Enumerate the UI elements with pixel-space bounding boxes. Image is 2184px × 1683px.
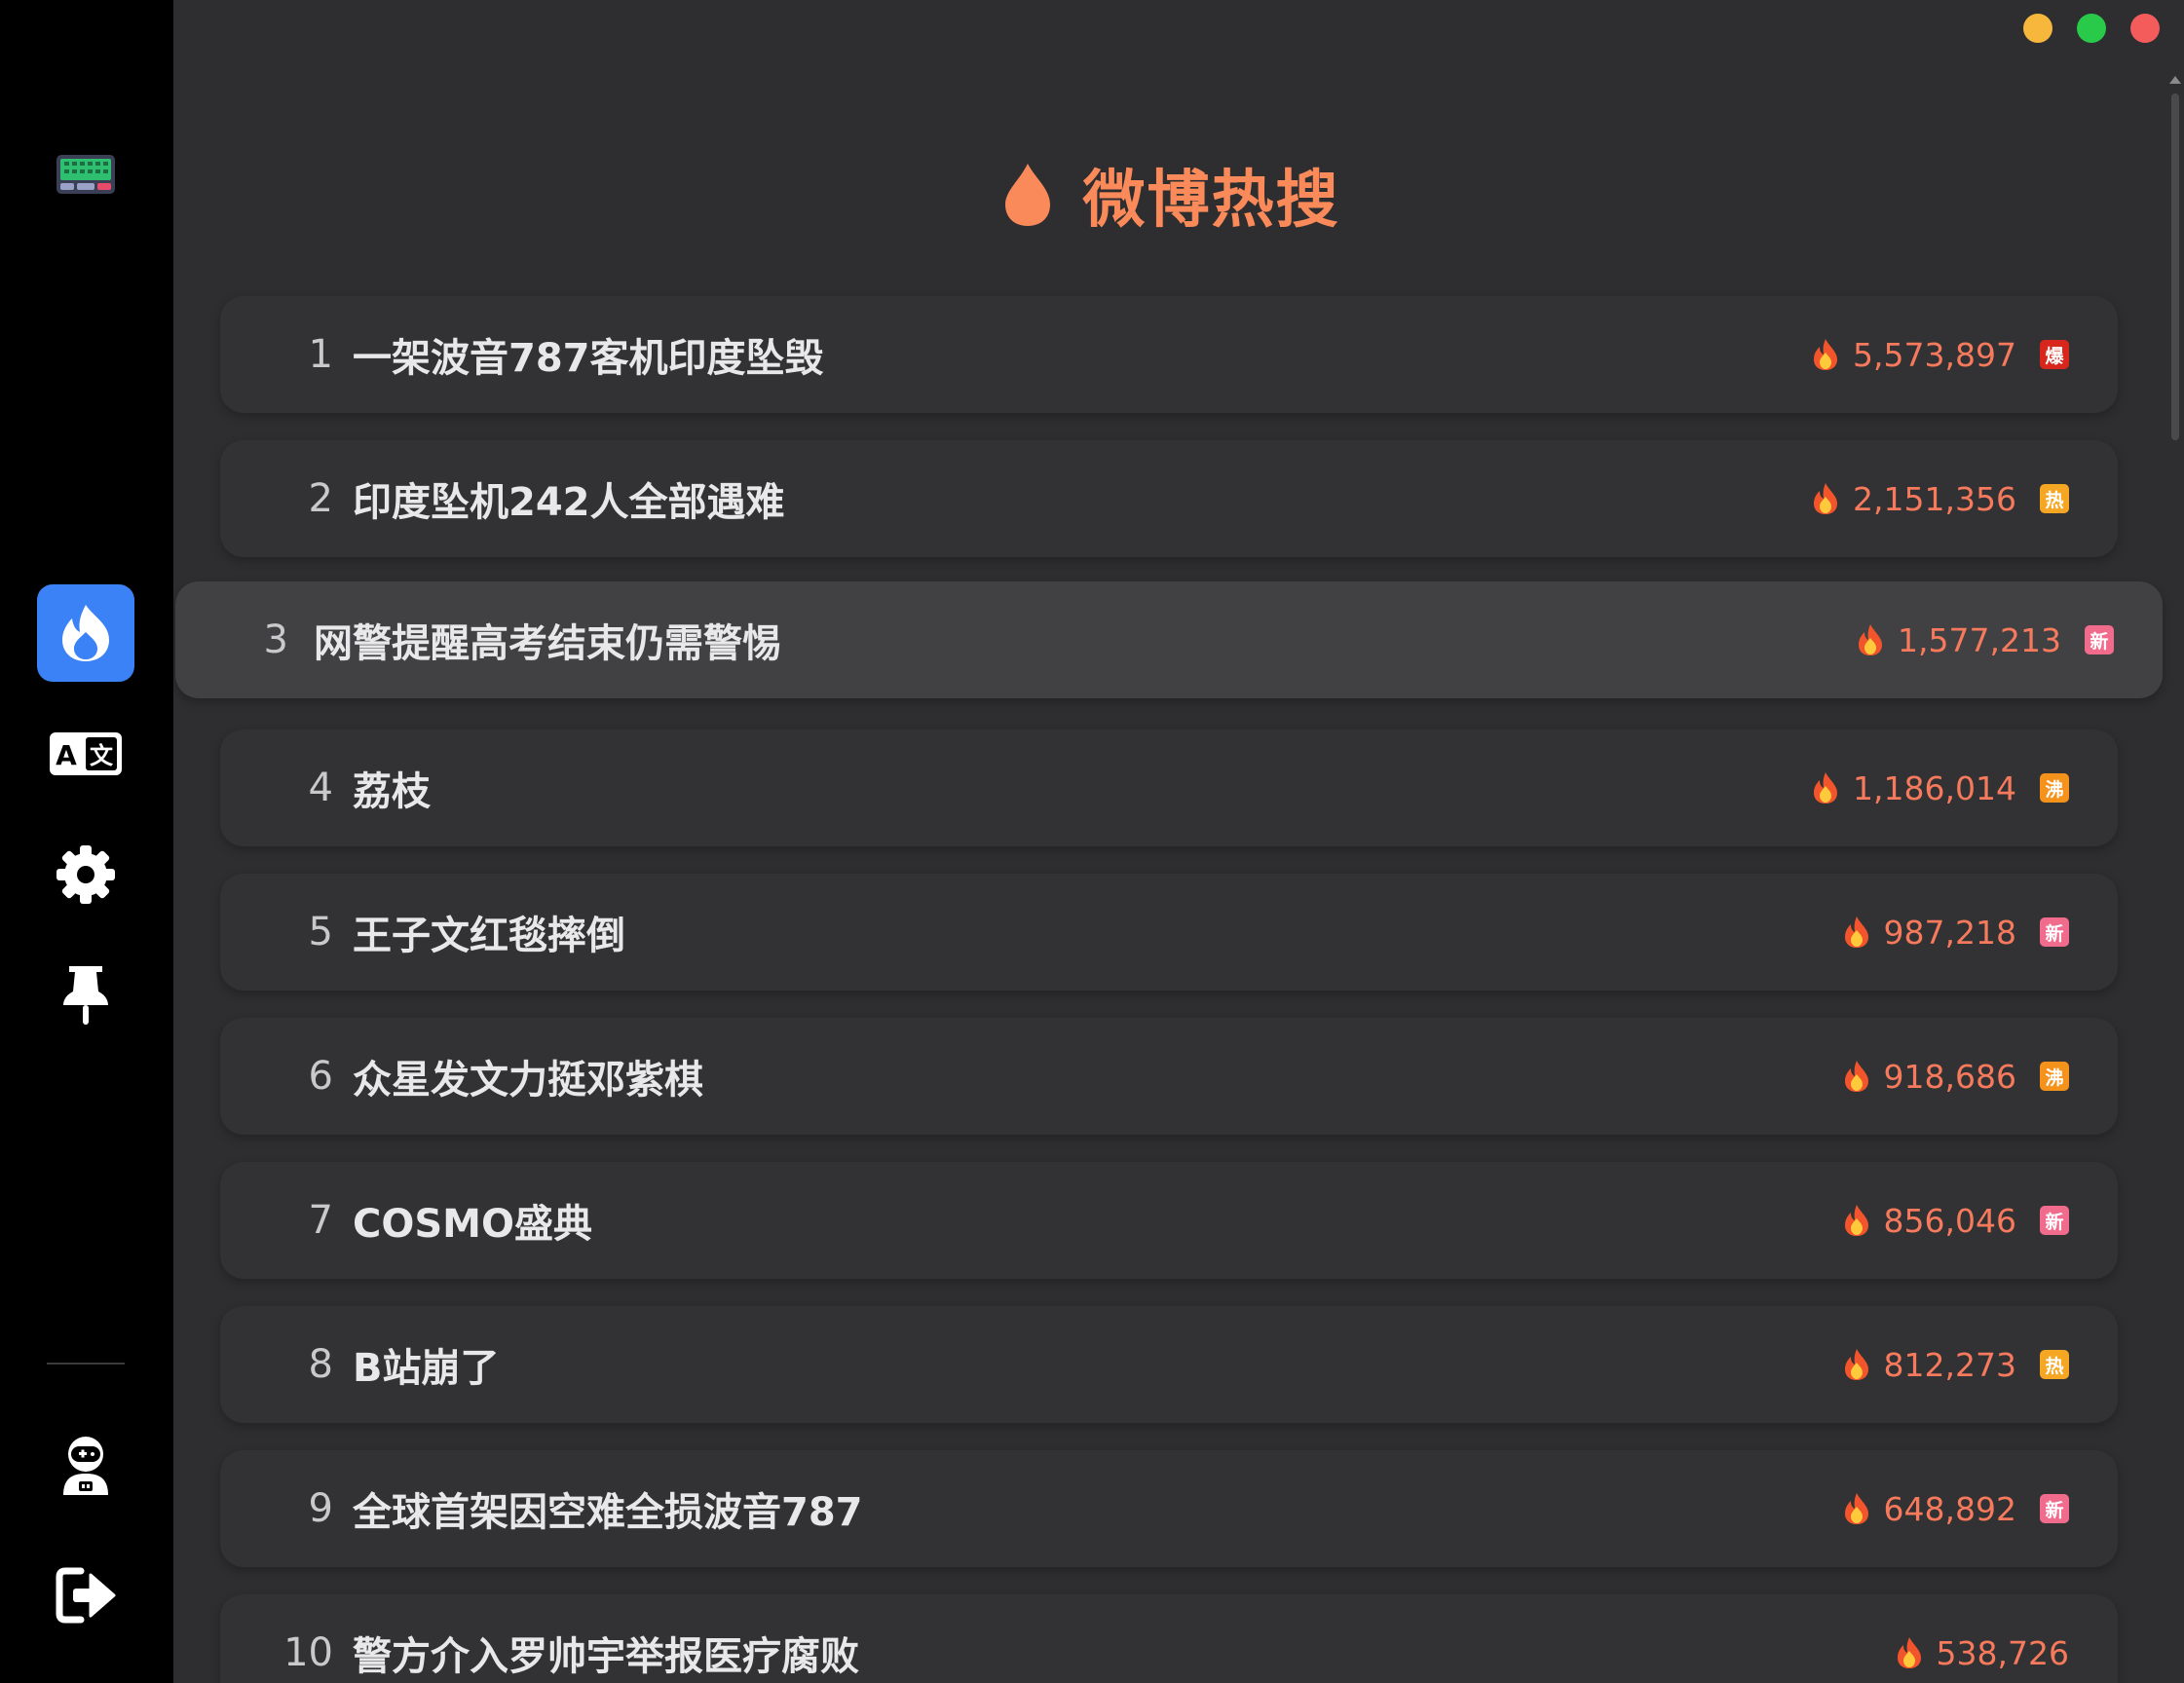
rank-number: 5 bbox=[308, 910, 333, 954]
list-item[interactable]: 1 一架波音787客机印度坠毁 5,573,897 爆 bbox=[220, 296, 2118, 413]
list-item[interactable]: 3 网警提醒高考结束仍需警惕 1,577,213 新 bbox=[175, 581, 2163, 698]
list-item[interactable]: 2 印度坠机242人全部遇难 2,151,356 热 bbox=[220, 440, 2118, 557]
topic-title[interactable]: 荔枝 bbox=[353, 729, 431, 846]
heat-info: 5,573,897 爆 bbox=[1812, 296, 2069, 413]
fire-icon bbox=[1844, 1061, 1868, 1092]
svg-text:A: A bbox=[56, 739, 77, 771]
flame-icon bbox=[62, 605, 109, 661]
list-item[interactable]: 6 众星发文力挺邓紫棋 918,686 沸 bbox=[220, 1018, 2118, 1135]
heat-info: 2,151,356 热 bbox=[1812, 440, 2069, 557]
sidebar-item-pin[interactable] bbox=[37, 947, 134, 1044]
topic-title[interactable]: 印度坠机242人全部遇难 bbox=[353, 440, 785, 557]
fire-icon bbox=[1844, 1205, 1868, 1236]
topic-title[interactable]: 众星发文力挺邓紫棋 bbox=[353, 1018, 703, 1135]
close-button[interactable] bbox=[2130, 14, 2160, 43]
rank-number: 2 bbox=[308, 476, 333, 521]
list-item[interactable]: 5 王子文红毯摔倒 987,218 新 bbox=[220, 874, 2118, 991]
astronaut-icon bbox=[63, 1437, 108, 1495]
fire-icon bbox=[1814, 483, 1838, 514]
sidebar-item-logout[interactable] bbox=[37, 1547, 134, 1644]
scrollbar-thumb[interactable] bbox=[2171, 94, 2179, 440]
rank-number: 1 bbox=[308, 332, 333, 377]
keyboard-button[interactable] bbox=[37, 126, 134, 223]
heat-value: 812,273 bbox=[1883, 1345, 2016, 1384]
status-badge: 新 bbox=[2040, 1494, 2069, 1523]
status-badge: 新 bbox=[2085, 625, 2114, 654]
fire-icon bbox=[1814, 339, 1838, 370]
heat-value: 1,186,014 bbox=[1853, 768, 2016, 807]
translate-icon: A 文 bbox=[50, 732, 122, 775]
heat-info: 987,218 新 bbox=[1843, 874, 2069, 991]
gear-icon bbox=[56, 845, 115, 904]
heat-value: 856,046 bbox=[1883, 1201, 2016, 1240]
rank-number: 7 bbox=[308, 1198, 333, 1243]
topic-title[interactable]: 网警提醒高考结束仍需警惕 bbox=[314, 581, 781, 698]
fire-icon bbox=[1844, 916, 1868, 948]
heat-info: 1,577,213 新 bbox=[1857, 581, 2114, 698]
fire-icon bbox=[1844, 1349, 1868, 1380]
status-badge: 热 bbox=[2040, 484, 2069, 513]
heat-value: 2,151,356 bbox=[1853, 479, 2016, 518]
rank-number: 8 bbox=[308, 1342, 333, 1387]
heat-info: 648,892 新 bbox=[1843, 1450, 2069, 1567]
heat-value: 5,573,897 bbox=[1853, 335, 2016, 374]
topic-title[interactable]: B站崩了 bbox=[353, 1306, 500, 1423]
status-badge: 热 bbox=[2040, 1350, 2069, 1379]
heat-info: 1,186,014 沸 bbox=[1812, 729, 2069, 846]
rank-number: 6 bbox=[308, 1054, 333, 1099]
topic-title[interactable]: 全球首架因空难全损波音787 bbox=[353, 1450, 863, 1567]
fire-icon bbox=[1844, 1493, 1868, 1524]
list-item[interactable]: 4 荔枝 1,186,014 沸 bbox=[220, 729, 2118, 846]
rank-number: 10 bbox=[283, 1630, 333, 1675]
heat-value: 918,686 bbox=[1883, 1057, 2016, 1096]
sidebar-item-translate[interactable]: A 文 bbox=[37, 705, 134, 803]
pin-icon bbox=[63, 966, 108, 1025]
list-item[interactable]: 8 B站崩了 812,273 热 bbox=[220, 1306, 2118, 1423]
topic-title[interactable]: 警方介入罗帅宇举报医疗腐败 bbox=[353, 1594, 859, 1683]
heat-value: 1,577,213 bbox=[1898, 620, 2061, 659]
list-item[interactable]: 10 警方介入罗帅宇举报医疗腐败 538,726 bbox=[220, 1594, 2118, 1683]
logout-icon bbox=[56, 1567, 116, 1624]
topic-title[interactable]: 王子文红毯摔倒 bbox=[353, 874, 625, 991]
sidebar: A 文 bbox=[0, 0, 173, 1683]
page-title: 微博热搜 bbox=[1082, 165, 1340, 237]
heat-info: 856,046 新 bbox=[1843, 1162, 2069, 1279]
heat-info: 538,726 bbox=[1896, 1594, 2069, 1683]
list-item[interactable]: 7 COSMO盛典 856,046 新 bbox=[220, 1162, 2118, 1279]
fire-icon bbox=[1897, 1637, 1921, 1668]
fire-icon bbox=[1814, 772, 1838, 804]
status-badge: 沸 bbox=[2040, 1062, 2069, 1091]
svg-text:文: 文 bbox=[90, 742, 114, 769]
sidebar-item-hot-search[interactable] bbox=[37, 584, 134, 682]
heat-info: 918,686 沸 bbox=[1843, 1018, 2069, 1135]
flame-icon bbox=[1004, 164, 1050, 226]
sidebar-item-profile[interactable] bbox=[37, 1416, 134, 1514]
status-badge: 爆 bbox=[2040, 340, 2069, 369]
maximize-button[interactable] bbox=[2077, 14, 2106, 43]
rank-number: 3 bbox=[263, 617, 288, 662]
page-header: 微博热搜 bbox=[173, 146, 2167, 243]
status-badge: 新 bbox=[2040, 917, 2069, 947]
heat-value: 538,726 bbox=[1936, 1633, 2069, 1672]
topic-title[interactable]: 一架波音787客机印度坠毁 bbox=[353, 296, 824, 413]
sidebar-divider bbox=[47, 1363, 125, 1365]
heat-info: 812,273 热 bbox=[1843, 1306, 2069, 1423]
fire-icon bbox=[1859, 624, 1883, 655]
scroll-up-arrow-icon[interactable] bbox=[2169, 76, 2181, 84]
heat-value: 648,892 bbox=[1883, 1489, 2016, 1528]
list-item[interactable]: 9 全球首架因空难全损波音787 648,892 新 bbox=[220, 1450, 2118, 1567]
heat-value: 987,218 bbox=[1883, 913, 2016, 952]
topic-title[interactable]: COSMO盛典 bbox=[353, 1162, 592, 1279]
rank-number: 4 bbox=[308, 766, 333, 810]
keyboard-icon bbox=[56, 155, 115, 194]
status-badge: 新 bbox=[2040, 1206, 2069, 1235]
rank-number: 9 bbox=[308, 1486, 333, 1531]
sidebar-item-settings[interactable] bbox=[37, 826, 134, 923]
app-window: A 文 微博热搜 1 一架波音787客机印度坠毁 5,573,897 爆 2 印… bbox=[0, 0, 2184, 1683]
minimize-button[interactable] bbox=[2023, 14, 2052, 43]
status-badge: 沸 bbox=[2040, 773, 2069, 803]
